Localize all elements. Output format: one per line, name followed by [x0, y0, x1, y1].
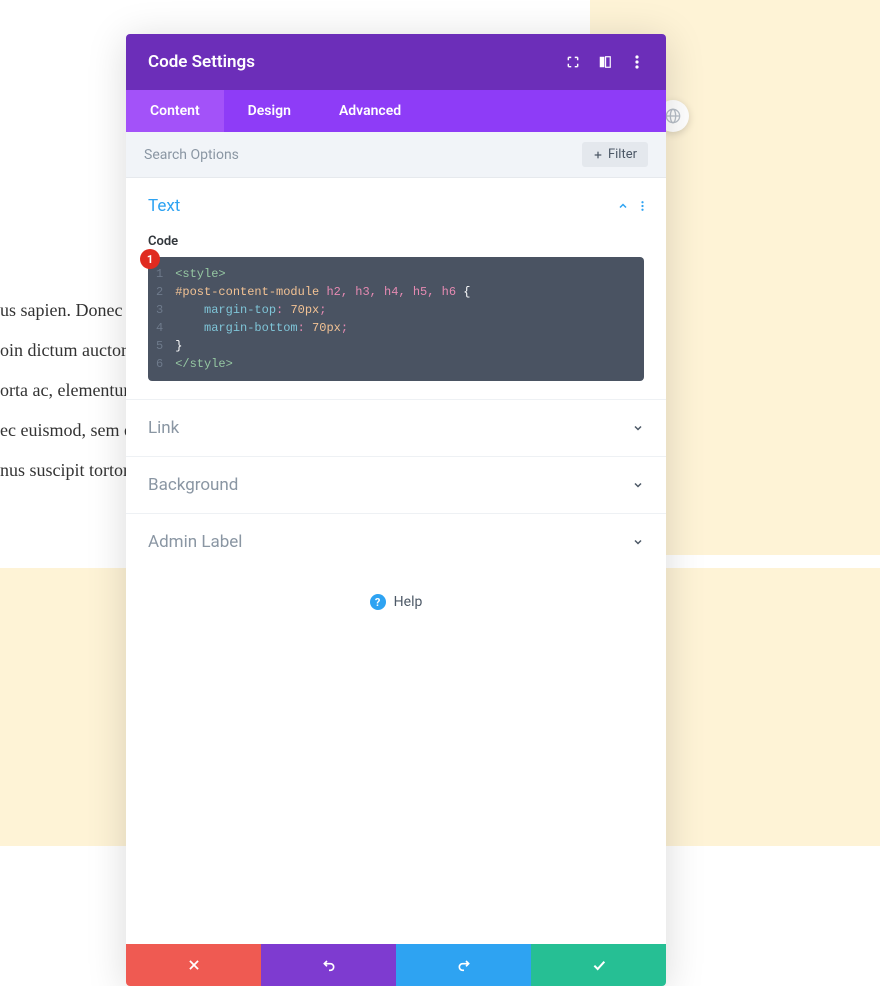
section-title-text: Text — [148, 196, 180, 216]
kebab-menu-icon[interactable] — [641, 200, 644, 212]
bg-line: us sapien. Donec p — [0, 290, 140, 330]
spacer — [126, 634, 666, 944]
help-icon: ? — [370, 594, 386, 610]
code-settings-modal: Code Settings Content Design Advanced Se… — [126, 34, 666, 986]
filter-button[interactable]: Filter — [582, 142, 648, 167]
tab-advanced[interactable]: Advanced — [315, 90, 425, 132]
cancel-button[interactable] — [126, 944, 261, 986]
bg-line: oin dictum auctor n — [0, 330, 140, 370]
chevron-down-icon — [632, 479, 644, 491]
section-background[interactable]: Background — [126, 456, 666, 513]
annotation-badge: 1 — [140, 249, 160, 269]
section-title-admin-label: Admin Label — [148, 532, 242, 552]
confirm-button[interactable] — [531, 944, 666, 986]
help-row[interactable]: ? Help — [126, 570, 666, 634]
bg-line: nus suscipit tortor — [0, 450, 140, 490]
expand-icon[interactable] — [566, 55, 580, 69]
section-link[interactable]: Link — [126, 399, 666, 456]
code-editor-wrap: 1 1 2 3 4 5 6 <style> #post-content-modu… — [148, 257, 644, 381]
columns-icon[interactable] — [598, 55, 612, 69]
filter-label: Filter — [608, 147, 637, 162]
modal-title: Code Settings — [148, 52, 255, 72]
chevron-down-icon — [632, 536, 644, 548]
bg-line: orta ac, elementum — [0, 370, 140, 410]
panel-body: Text Code 1 1 2 3 4 5 6 — [126, 178, 666, 944]
section-text-header[interactable]: Text — [126, 178, 666, 226]
search-row: Search Options Filter — [126, 132, 666, 178]
kebab-menu-icon[interactable] — [630, 55, 644, 69]
search-input[interactable]: Search Options — [144, 147, 239, 163]
undo-button[interactable] — [261, 944, 396, 986]
code-label: Code — [126, 226, 666, 257]
tab-content[interactable]: Content — [126, 90, 224, 132]
background-body-text: us sapien. Donec p oin dictum auctor n o… — [0, 290, 140, 490]
header-actions — [566, 55, 644, 69]
footer-actions — [126, 944, 666, 986]
bg-line: ec euismod, sem et — [0, 410, 140, 450]
section-title-link: Link — [148, 418, 179, 438]
help-label: Help — [394, 594, 423, 610]
code-editor[interactable]: 1 2 3 4 5 6 <style> #post-content-module… — [148, 257, 644, 381]
tab-design[interactable]: Design — [224, 90, 315, 132]
redo-button[interactable] — [396, 944, 531, 986]
chevron-up-icon[interactable] — [617, 200, 629, 212]
section-admin-label[interactable]: Admin Label — [126, 513, 666, 570]
chevron-down-icon — [632, 422, 644, 434]
code-content: <style> #post-content-module h2, h3, h4,… — [171, 257, 644, 381]
gutter: 1 2 3 4 5 6 — [148, 257, 171, 381]
modal-header: Code Settings — [126, 34, 666, 90]
tabs: Content Design Advanced — [126, 90, 666, 132]
section-title-background: Background — [148, 475, 238, 495]
